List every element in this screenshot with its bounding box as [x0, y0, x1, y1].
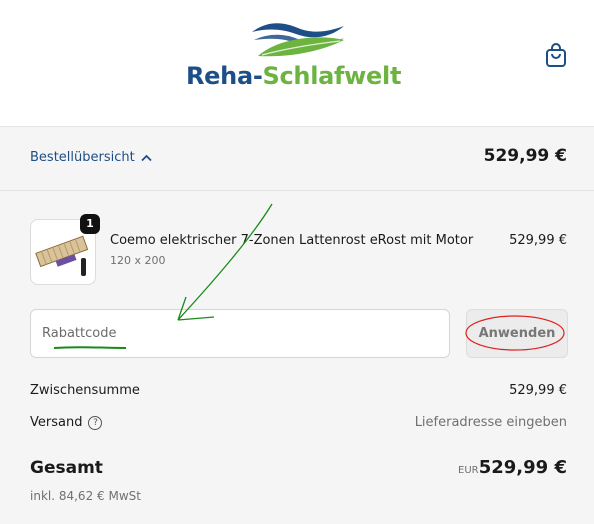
brand-name: Reha-Schlafwelt — [186, 62, 401, 90]
brand-logo[interactable]: Reha-Schlafwelt — [186, 18, 412, 96]
order-summary-label: Bestellübersicht — [30, 150, 135, 165]
shipping-value: Lieferadresse eingeben — [414, 415, 567, 430]
order-summary-toggle[interactable]: Bestellübersicht — [30, 150, 152, 165]
total-value: 529,99 € — [478, 457, 567, 478]
product-price: 529,99 € — [509, 233, 567, 248]
product-variant: 120 x 200 — [110, 254, 166, 267]
subtotal-value: 529,99 € — [509, 383, 567, 398]
apply-discount-button[interactable]: Anwenden — [466, 309, 568, 358]
order-summary-bar: Bestellübersicht 529,99 € — [0, 127, 594, 191]
brand-name-part1: Reha- — [186, 62, 263, 90]
shipping-row: Versand? — [30, 415, 103, 430]
product-title: Coemo elektrischer 7-Zonen Lattenrost eR… — [110, 233, 474, 248]
annotation-arrow-line — [177, 203, 273, 321]
shopping-bag-icon[interactable] — [544, 42, 568, 68]
chevron-up-icon — [141, 154, 152, 161]
brand-name-part2: Schlafwelt — [262, 62, 402, 90]
total-currency: EUR — [458, 465, 479, 476]
order-summary-total: 529,99 € — [483, 146, 567, 166]
tax-note: inkl. 84,62 € MwSt — [30, 489, 141, 503]
quantity-badge: 1 — [80, 214, 100, 234]
shipping-label: Versand — [30, 415, 83, 430]
header: Reha-Schlafwelt — [0, 0, 594, 127]
discount-code-input[interactable] — [30, 309, 450, 358]
leaf-wave-logo-icon — [252, 23, 344, 57]
total-label: Gesamt — [30, 458, 103, 478]
subtotal-label: Zwischensumme — [30, 383, 140, 398]
help-icon[interactable]: ? — [88, 415, 103, 430]
